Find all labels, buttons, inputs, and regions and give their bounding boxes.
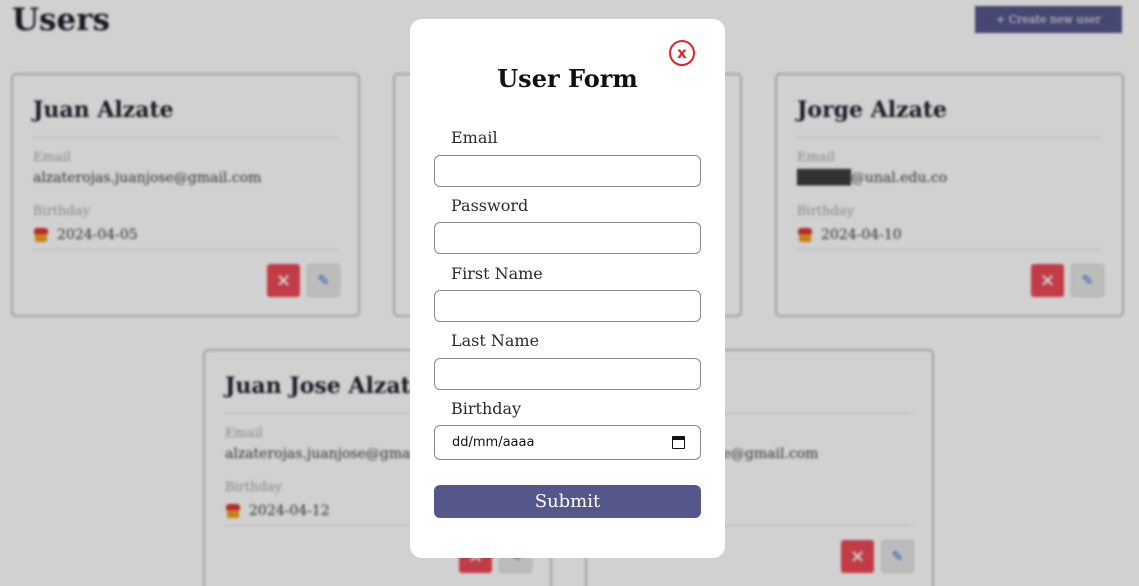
email-input[interactable] (434, 155, 701, 187)
first-name-input[interactable] (434, 290, 701, 322)
close-modal-button[interactable]: x (669, 40, 695, 66)
birthday-label: Birthday (451, 399, 522, 418)
email-label: Email (451, 128, 498, 147)
calendar-icon[interactable] (672, 436, 685, 449)
modal-title: User Form (497, 64, 638, 93)
last-name-label: Last Name (451, 331, 540, 350)
user-form-modal: x User Form Email Password First Name La… (410, 19, 725, 558)
date-placeholder: dd/mm/aaaa (452, 435, 535, 450)
submit-button[interactable]: Submit (434, 485, 701, 518)
last-name-input[interactable] (434, 358, 701, 390)
first-name-label: First Name (451, 264, 543, 283)
birthday-date-input[interactable]: dd/mm/aaaa (434, 425, 701, 460)
password-input[interactable] (434, 222, 701, 254)
password-label: Password (451, 196, 529, 215)
